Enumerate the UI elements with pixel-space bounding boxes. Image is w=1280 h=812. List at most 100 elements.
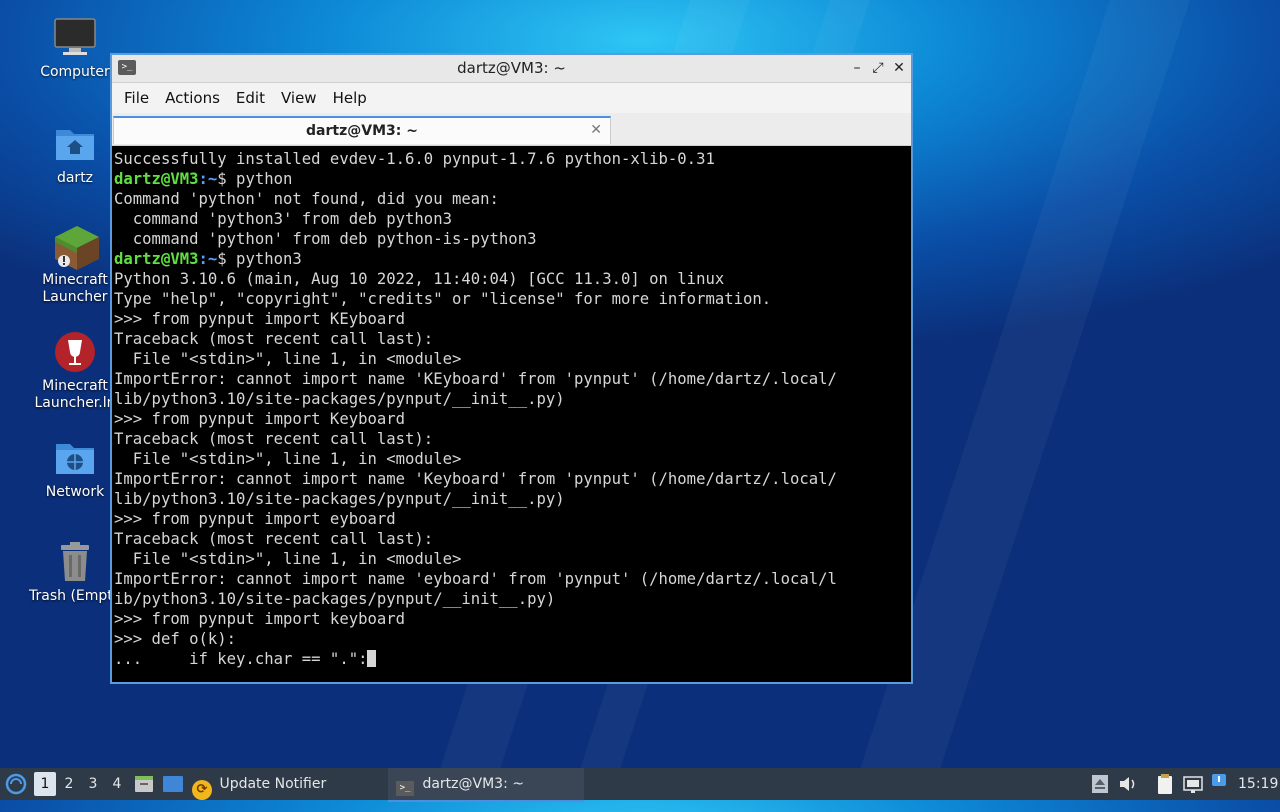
taskbar: 1 2 3 4 ⟳ Update Notifier >_ dartz@VM3: … [0,768,1280,802]
tab-label: dartz@VM3: ~ [306,123,418,139]
terminal-line: command 'python' from deb python-is-pyth… [114,229,911,249]
terminal-line: ImportError: cannot import name 'KEyboar… [114,369,911,389]
terminal-line: dartz@VM3:~$ python3 [114,249,911,269]
terminal-text: ImportError: cannot import name 'eyboard… [114,570,837,588]
terminal-line: File "<stdin>", line 1, in <module> [114,449,911,469]
terminal-line: ImportError: cannot import name 'eyboard… [114,569,911,589]
terminal-text: Traceback (most recent call last): [114,530,434,548]
menu-file[interactable]: File [116,83,157,113]
home-folder-icon [53,122,97,166]
eject-icon[interactable] [1091,768,1109,800]
tab-bar: dartz@VM3: ~ ✕ [112,113,911,146]
network-connection-icon[interactable] [1182,768,1204,800]
task-label: Update Notifier [219,776,327,792]
workspace-1[interactable]: 1 [34,772,56,796]
terminal-text: >>> from pynput import keyboard [114,610,406,628]
terminal-text: Type "help", "copyright", "credits" or "… [114,290,772,308]
terminal-text: Python 3.10.6 (main, Aug 10 2022, 11:40:… [114,270,725,288]
terminal-line: ib/python3.10/site-packages/pynput/__ini… [114,589,911,609]
clipboard-icon[interactable] [1156,768,1174,800]
terminal-text: $ python [217,170,293,188]
terminal-text: >>> def o(k): [114,630,237,648]
close-button[interactable]: ✕ [889,58,909,78]
terminal-text: ... if key.char == ".": [114,650,368,668]
terminal-line: >>> def o(k): [114,629,911,649]
terminal-line: File "<stdin>", line 1, in <module> [114,349,911,369]
terminal-line: lib/python3.10/site-packages/pynput/__in… [114,389,911,409]
task-label: dartz@VM3: ~ [422,776,524,792]
terminal-text: Successfully installed evdev-1.6.0 pynpu… [114,150,715,168]
minimize-button[interactable]: – [847,58,867,78]
terminal-output[interactable]: Successfully installed evdev-1.6.0 pynpu… [112,147,911,682]
terminal-line: Type "help", "copyright", "credits" or "… [114,289,911,309]
menu-view[interactable]: View [273,83,325,113]
workspace-3[interactable]: 3 [82,768,104,800]
terminal-text: >>> from pynput import KEyboard [114,310,406,328]
terminal-text: File "<stdin>", line 1, in <module> [114,550,462,568]
terminal-window[interactable]: >_ dartz@VM3: ~ – ⤢ ✕ File Actions Edit … [110,53,913,684]
terminal-text: ImportError: cannot import name 'KEyboar… [114,370,837,388]
terminal-line: Traceback (most recent call last): [114,529,911,549]
terminal-text: File "<stdin>", line 1, in <module> [114,350,462,368]
terminal-text: >>> from pynput import eyboard [114,510,396,528]
menu-bar: File Actions Edit View Help [112,83,911,113]
window-titlebar[interactable]: >_ dartz@VM3: ~ – ⤢ ✕ [112,55,911,83]
prompt-user: dartz@VM3 [114,170,199,188]
terminal-line: Python 3.10.6 (main, Aug 10 2022, 11:40:… [114,269,911,289]
terminal-line: >>> from pynput import eyboard [114,509,911,529]
network-folder-icon [53,436,97,480]
start-menu-icon[interactable] [4,768,28,800]
terminal-line: Traceback (most recent call last): [114,329,911,349]
notification-icon[interactable] [1210,768,1228,800]
terminal-text: lib/python3.10/site-packages/pynput/__in… [114,390,565,408]
maximize-button[interactable]: ⤢ [868,58,888,78]
terminal-text: command 'python' from deb python-is-pyth… [114,230,537,248]
prompt-user: dartz@VM3 [114,250,199,268]
terminal-icon: >_ [396,781,414,796]
task-update-notifier[interactable]: ⟳ Update Notifier [192,768,362,800]
prompt-path: :~ [198,250,218,268]
text-cursor [367,650,377,667]
terminal-line: dartz@VM3:~$ python [114,169,911,189]
workspace-4[interactable]: 4 [106,768,128,800]
window-title: dartz@VM3: ~ [457,59,566,77]
file-manager-icon[interactable] [134,768,154,800]
terminal-line: File "<stdin>", line 1, in <module> [114,549,911,569]
terminal-text: ib/python3.10/site-packages/pynput/__ini… [114,590,556,608]
task-terminal[interactable]: >_ dartz@VM3: ~ [388,768,584,802]
terminal-text: $ python3 [217,250,302,268]
tab-close-icon[interactable]: ✕ [590,118,602,142]
menu-edit[interactable]: Edit [228,83,273,113]
terminal-line: >>> from pynput import keyboard [114,609,911,629]
terminal-text: Traceback (most recent call last): [114,430,434,448]
volume-icon[interactable] [1118,768,1138,800]
workspace-2[interactable]: 2 [58,768,80,800]
trash-icon [53,540,97,584]
show-desktop-icon[interactable] [162,768,184,800]
prompt-path: :~ [198,170,218,188]
wine-icon [53,330,97,374]
menu-actions[interactable]: Actions [157,83,228,113]
terminal-line: Successfully installed evdev-1.6.0 pynpu… [114,149,911,169]
terminal-text: ImportError: cannot import name 'Keyboar… [114,470,837,488]
menu-help[interactable]: Help [325,83,375,113]
terminal-line: ... if key.char == ".": [114,649,911,669]
clock[interactable]: 15:19 [1238,768,1278,800]
terminal-line: ImportError: cannot import name 'Keyboar… [114,469,911,489]
terminal-line: Traceback (most recent call last): [114,429,911,449]
terminal-text: >>> from pynput import Keyboard [114,410,406,428]
tab-terminal[interactable]: dartz@VM3: ~ ✕ [113,116,611,144]
terminal-line: >>> from pynput import Keyboard [114,409,911,429]
terminal-text: File "<stdin>", line 1, in <module> [114,450,462,468]
terminal-line: Command 'python' not found, did you mean… [114,189,911,209]
terminal-text: Traceback (most recent call last): [114,330,434,348]
terminal-text: command 'python3' from deb python3 [114,210,452,228]
terminal-line: command 'python3' from deb python3 [114,209,911,229]
terminal-text: Command 'python' not found, did you mean… [114,190,499,208]
update-notifier-icon: ⟳ [192,780,212,800]
terminal-text: lib/python3.10/site-packages/pynput/__in… [114,490,565,508]
terminal-line: lib/python3.10/site-packages/pynput/__in… [114,489,911,509]
monitor-icon [53,16,97,60]
terminal-line: >>> from pynput import KEyboard [114,309,911,329]
minecraft-grass-block-icon [53,224,99,270]
